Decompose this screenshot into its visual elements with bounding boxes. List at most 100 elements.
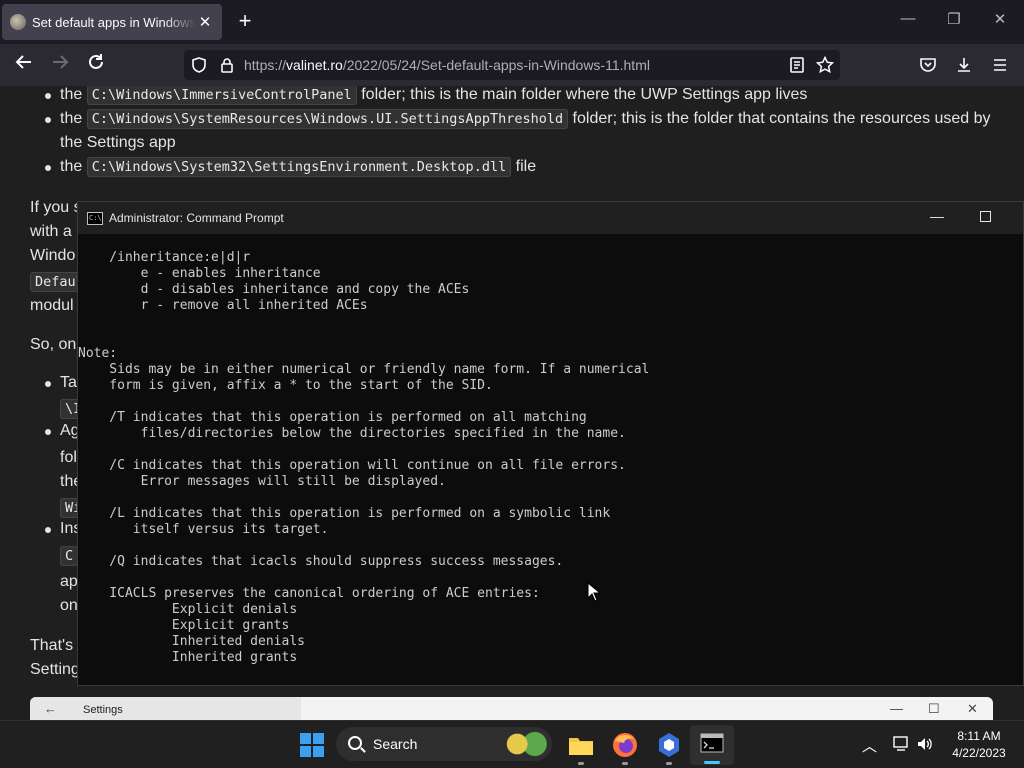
clock-date: 4/22/2023 (952, 746, 1006, 760)
app-icon[interactable] (655, 731, 683, 759)
list-bullet (45, 93, 51, 99)
new-tab-button[interactable]: + (232, 9, 258, 35)
minimize-icon[interactable]: — (890, 701, 903, 716)
maximize-icon[interactable] (980, 211, 991, 222)
running-indicator (622, 762, 628, 765)
console-line: Inherited grants (78, 650, 298, 665)
console-line: r - remove all inherited ACEs (78, 298, 368, 313)
list-item-text: the (60, 110, 87, 127)
browser-tab[interactable]: Set default apps in Windows 11 - valinet… (2, 4, 222, 40)
start-windows-icon[interactable] (300, 733, 324, 757)
console-line: /C indicates that this operation will co… (78, 458, 626, 473)
list-bullet (45, 165, 51, 171)
command-prompt-app-icon: C:\ (87, 212, 103, 225)
close-window-icon[interactable]: ✕ (990, 10, 1010, 28)
volume-icon[interactable] (916, 736, 934, 752)
inline-code: C:\Windows\System32\SettingsEnvironment.… (86, 157, 512, 177)
forward-arrow-icon[interactable] (48, 53, 72, 77)
pocket-icon[interactable] (919, 56, 937, 74)
list-item-continuation: fol (60, 449, 77, 466)
running-indicator (666, 762, 672, 765)
close-icon[interactable]: ✕ (967, 701, 978, 717)
search-highlight-icon (504, 731, 548, 757)
command-prompt-window[interactable]: C:\ Administrator: Command Prompt — /inh… (77, 201, 1024, 686)
console-line: files/directories below the directories … (78, 426, 626, 441)
hamburger-menu-icon[interactable] (991, 56, 1009, 74)
bookmark-star-icon[interactable] (816, 56, 834, 74)
inline-code: C (60, 546, 79, 566)
address-bar[interactable]: https://valinet.ro/2022/05/24/Set-defaul… (184, 50, 840, 80)
back-arrow-icon[interactable] (12, 53, 36, 77)
firefox-icon[interactable] (611, 731, 639, 759)
maximize-icon[interactable]: ☐ (928, 701, 940, 717)
list-bullet (45, 381, 51, 387)
list-item-text: folder; this is the folder that contains… (568, 110, 991, 127)
taskbar: Search ︿ 8:11 AM 4/22/2023 (0, 720, 1024, 768)
console-line: Inherited denials (78, 634, 305, 649)
list-item-continuation: ap (60, 573, 78, 590)
list-bullet (45, 117, 51, 123)
lock-icon[interactable] (218, 56, 236, 74)
list-item-continuation: C (60, 544, 79, 568)
tracking-protection-shield-icon[interactable] (190, 56, 208, 74)
console-line: d - disables inheritance and copy the AC… (78, 282, 470, 297)
command-prompt-icon (700, 733, 724, 753)
inline-code: C:\Windows\SystemResources\Windows.UI.Se… (86, 109, 569, 129)
list-item-text: the (60, 158, 87, 175)
console-line: form is given, affix a * to the start of… (78, 378, 493, 393)
browser-tab-bar: Set default apps in Windows 11 - valinet… (0, 0, 1024, 44)
command-prompt-title: Administrator: Command Prompt (109, 211, 284, 225)
console-line: Note: (78, 346, 118, 361)
settings-window-title: Settings (83, 704, 123, 716)
url-text[interactable]: https://valinet.ro/2022/05/24/Set-defaul… (244, 57, 650, 73)
paragraph-fragment: Windo (30, 247, 76, 264)
console-line: itself versus its target. (78, 522, 329, 537)
paragraph-fragment: That's (30, 637, 74, 654)
command-prompt-titlebar[interactable]: C:\ Administrator: Command Prompt — (78, 202, 1023, 234)
paragraph-fragment: So, on (30, 336, 77, 353)
file-explorer-icon[interactable] (567, 731, 595, 759)
console-line: /Q indicates that icacls should suppress… (78, 554, 564, 569)
search-label: Search (373, 736, 418, 752)
list-item-text: the (60, 86, 87, 103)
tab-close-icon[interactable]: ✕ (196, 13, 214, 31)
console-line: Explicit denials (78, 602, 298, 617)
running-indicator (578, 762, 584, 765)
restore-window-icon[interactable]: ❐ (944, 10, 964, 28)
site-favicon-icon (10, 14, 26, 30)
console-output[interactable]: /inheritance:e|d|r e - enables inheritan… (78, 250, 649, 666)
console-line: /L indicates that this operation is perf… (78, 506, 611, 521)
inline-code: C:\Windows\ImmersiveControlPanel (86, 86, 357, 105)
minimize-window-icon[interactable]: — (898, 10, 918, 27)
paragraph-fragment: modul (30, 297, 74, 314)
downloads-icon[interactable] (955, 56, 973, 74)
taskbar-search-box[interactable]: Search (336, 727, 552, 761)
paragraph-fragment: with a (30, 223, 72, 240)
search-icon (348, 736, 362, 750)
back-arrow-icon[interactable]: ← (44, 701, 57, 716)
chevron-up-icon[interactable]: ︿ (862, 735, 877, 756)
tab-title: Set default apps in Windows 11 - valinet (32, 14, 196, 30)
list-item: the C:\Windows\ImmersiveControlPanel fol… (60, 86, 807, 107)
paragraph-fragment: Setting (30, 661, 80, 678)
network-icon[interactable] (891, 736, 909, 752)
reload-icon[interactable] (84, 53, 108, 77)
minimize-icon[interactable]: — (930, 208, 944, 224)
terminal-taskbar-button[interactable] (690, 725, 734, 765)
list-item-text: folder; this is the main folder where th… (356, 86, 808, 103)
clock-time: 8:11 AM (957, 729, 1001, 743)
console-line: ICACLS preserves the canonical ordering … (78, 586, 540, 601)
console-line: Sids may be in either numerical or frien… (78, 362, 650, 377)
browser-nav-bar: https://valinet.ro/2022/05/24/Set-defaul… (0, 44, 1024, 86)
console-line: Error messages will still be displayed. (78, 474, 446, 489)
list-item: the C:\Windows\SystemResources\Windows.U… (60, 107, 991, 131)
list-item-continuation: the Settings app (60, 134, 176, 151)
list-item-text: file (511, 158, 537, 175)
clock[interactable]: 8:11 AM 4/22/2023 (944, 728, 1014, 762)
console-line: Explicit grants (78, 618, 290, 633)
reader-view-icon[interactable] (788, 56, 806, 74)
